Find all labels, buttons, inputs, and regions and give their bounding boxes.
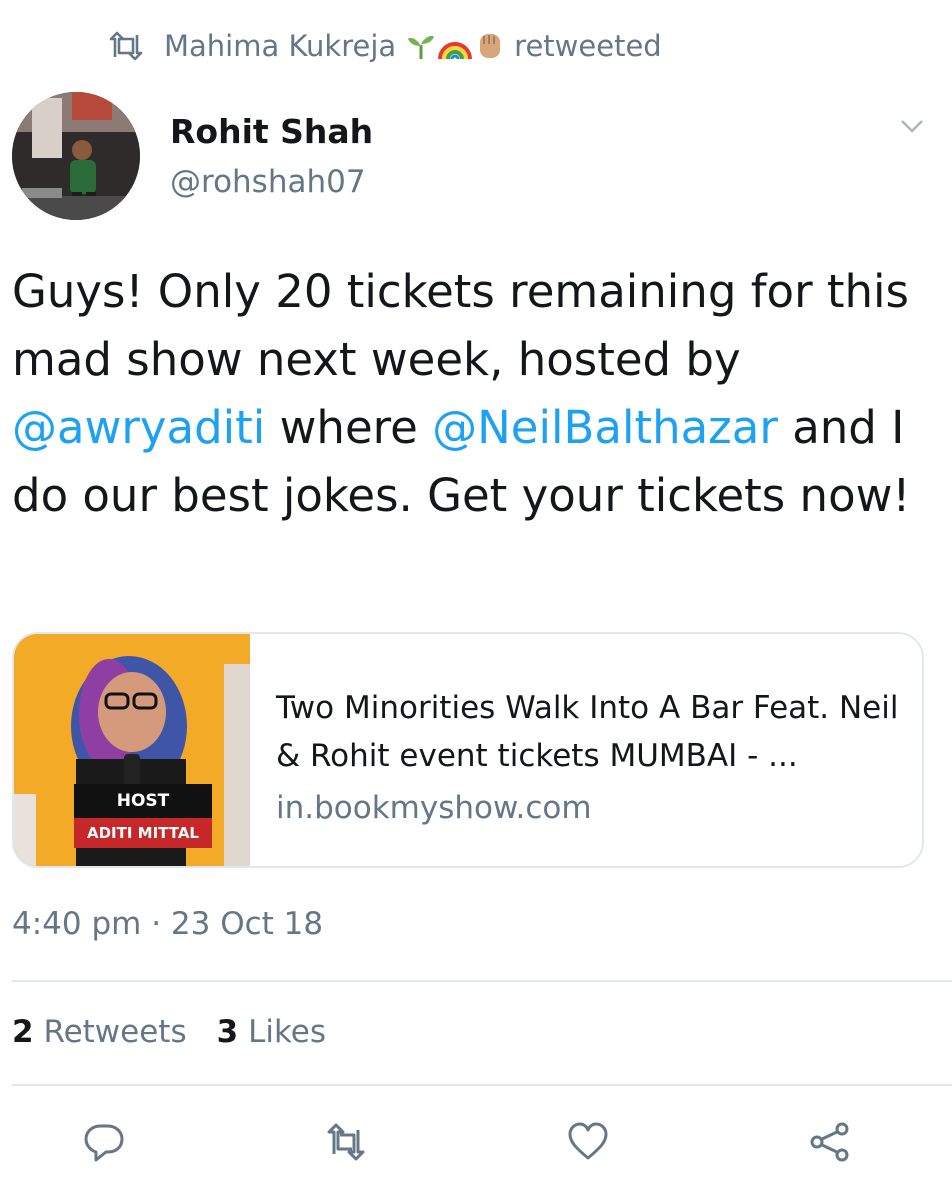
- host-badge: HOST ADITI MITTAL: [74, 784, 212, 854]
- action-bar: [0, 1118, 952, 1168]
- like-button[interactable]: [564, 1118, 612, 1166]
- host-badge-top: HOST: [74, 784, 212, 818]
- likes-count: 3: [216, 1014, 239, 1050]
- retweets-label: Retweets: [43, 1014, 187, 1050]
- host-badge-bottom: ADITI MITTAL: [74, 818, 212, 848]
- tweet-text-part: where: [265, 401, 433, 454]
- avatar-image: [12, 92, 140, 220]
- retweeted-label: retweeted: [514, 29, 662, 63]
- retweet-icon: [109, 31, 143, 61]
- seedling-icon: [408, 35, 435, 59]
- card-domain: in.bookmyshow.com: [276, 790, 592, 826]
- mention-link[interactable]: @awryaditi: [12, 401, 265, 454]
- retweet-button[interactable]: [322, 1118, 370, 1166]
- rainbow-icon: [438, 42, 473, 60]
- likes-label: Likes: [248, 1014, 327, 1050]
- retweet-icon: [327, 1123, 365, 1161]
- engagement-stats: 2 Retweets 3 Likes: [12, 1014, 326, 1050]
- retweets-stat[interactable]: 2 Retweets: [12, 1014, 187, 1050]
- author-handle[interactable]: @rohshah07: [170, 164, 366, 200]
- author-name[interactable]: Rohit Shah: [170, 112, 373, 151]
- tweet-text-part: Guys! Only 20 tickets remaining for this…: [12, 265, 909, 386]
- share-button[interactable]: [806, 1118, 854, 1166]
- share-icon: [810, 1122, 849, 1162]
- tweet-text: Guys! Only 20 tickets remaining for this…: [12, 258, 932, 530]
- raised-fist-icon: [480, 34, 501, 58]
- retweets-count: 2: [12, 1014, 34, 1050]
- card-thumbnail: HOST ADITI MITTAL: [14, 634, 250, 866]
- mention-link[interactable]: @NeilBalthazar: [432, 401, 778, 454]
- card-body: Two Minorities Walk Into A Bar Feat. Nei…: [250, 634, 906, 866]
- retweeter-emojis: [406, 30, 506, 62]
- heart-icon: [568, 1122, 608, 1160]
- chevron-down-icon[interactable]: [900, 118, 924, 134]
- reply-icon: [84, 1124, 124, 1162]
- card-title: Two Minorities Walk Into A Bar Feat. Nei…: [276, 690, 899, 774]
- divider: [12, 980, 952, 982]
- avatar[interactable]: [12, 92, 140, 220]
- reply-button[interactable]: [80, 1118, 128, 1166]
- link-preview-card[interactable]: HOST ADITI MITTAL Two Minorities Walk In…: [12, 632, 924, 868]
- tweet-timestamp[interactable]: 4:40 pm · 23 Oct 18: [12, 906, 323, 942]
- likes-stat[interactable]: 3 Likes: [217, 1014, 326, 1050]
- retweeted-by-line: Mahima Kukreja retweeted: [108, 26, 662, 66]
- divider: [12, 1084, 952, 1086]
- retweeter-name[interactable]: Mahima Kukreja: [164, 29, 396, 63]
